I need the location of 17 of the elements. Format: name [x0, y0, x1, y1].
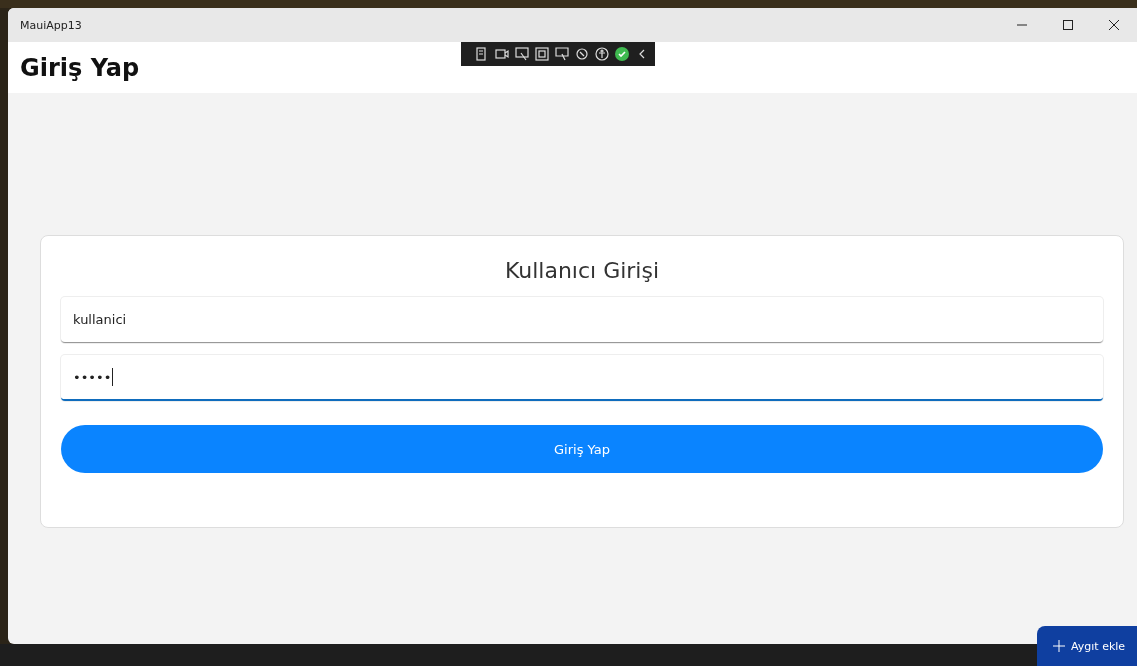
select-icon[interactable]	[555, 47, 569, 61]
accessibility-icon[interactable]	[595, 47, 609, 61]
login-button[interactable]: Giriş Yap	[61, 425, 1103, 473]
check-icon[interactable]	[615, 47, 629, 61]
close-icon[interactable]	[1109, 20, 1119, 30]
plus-icon	[1053, 640, 1065, 652]
window-title: MauiApp13	[20, 18, 82, 32]
frame-icon[interactable]	[535, 47, 549, 61]
page-title: Giriş Yap	[20, 53, 140, 82]
password-field[interactable]: •••••	[61, 355, 1103, 401]
card-heading: Kullanıcı Girişi	[504, 258, 660, 283]
add-device-button[interactable]: Aygıt ekle	[1037, 626, 1137, 666]
maximize-icon[interactable]	[1063, 20, 1073, 30]
document-icon[interactable]	[475, 47, 489, 61]
camera-icon[interactable]	[495, 47, 509, 61]
pointer-icon[interactable]	[515, 47, 529, 61]
username-field[interactable]: kullanici	[61, 297, 1103, 343]
